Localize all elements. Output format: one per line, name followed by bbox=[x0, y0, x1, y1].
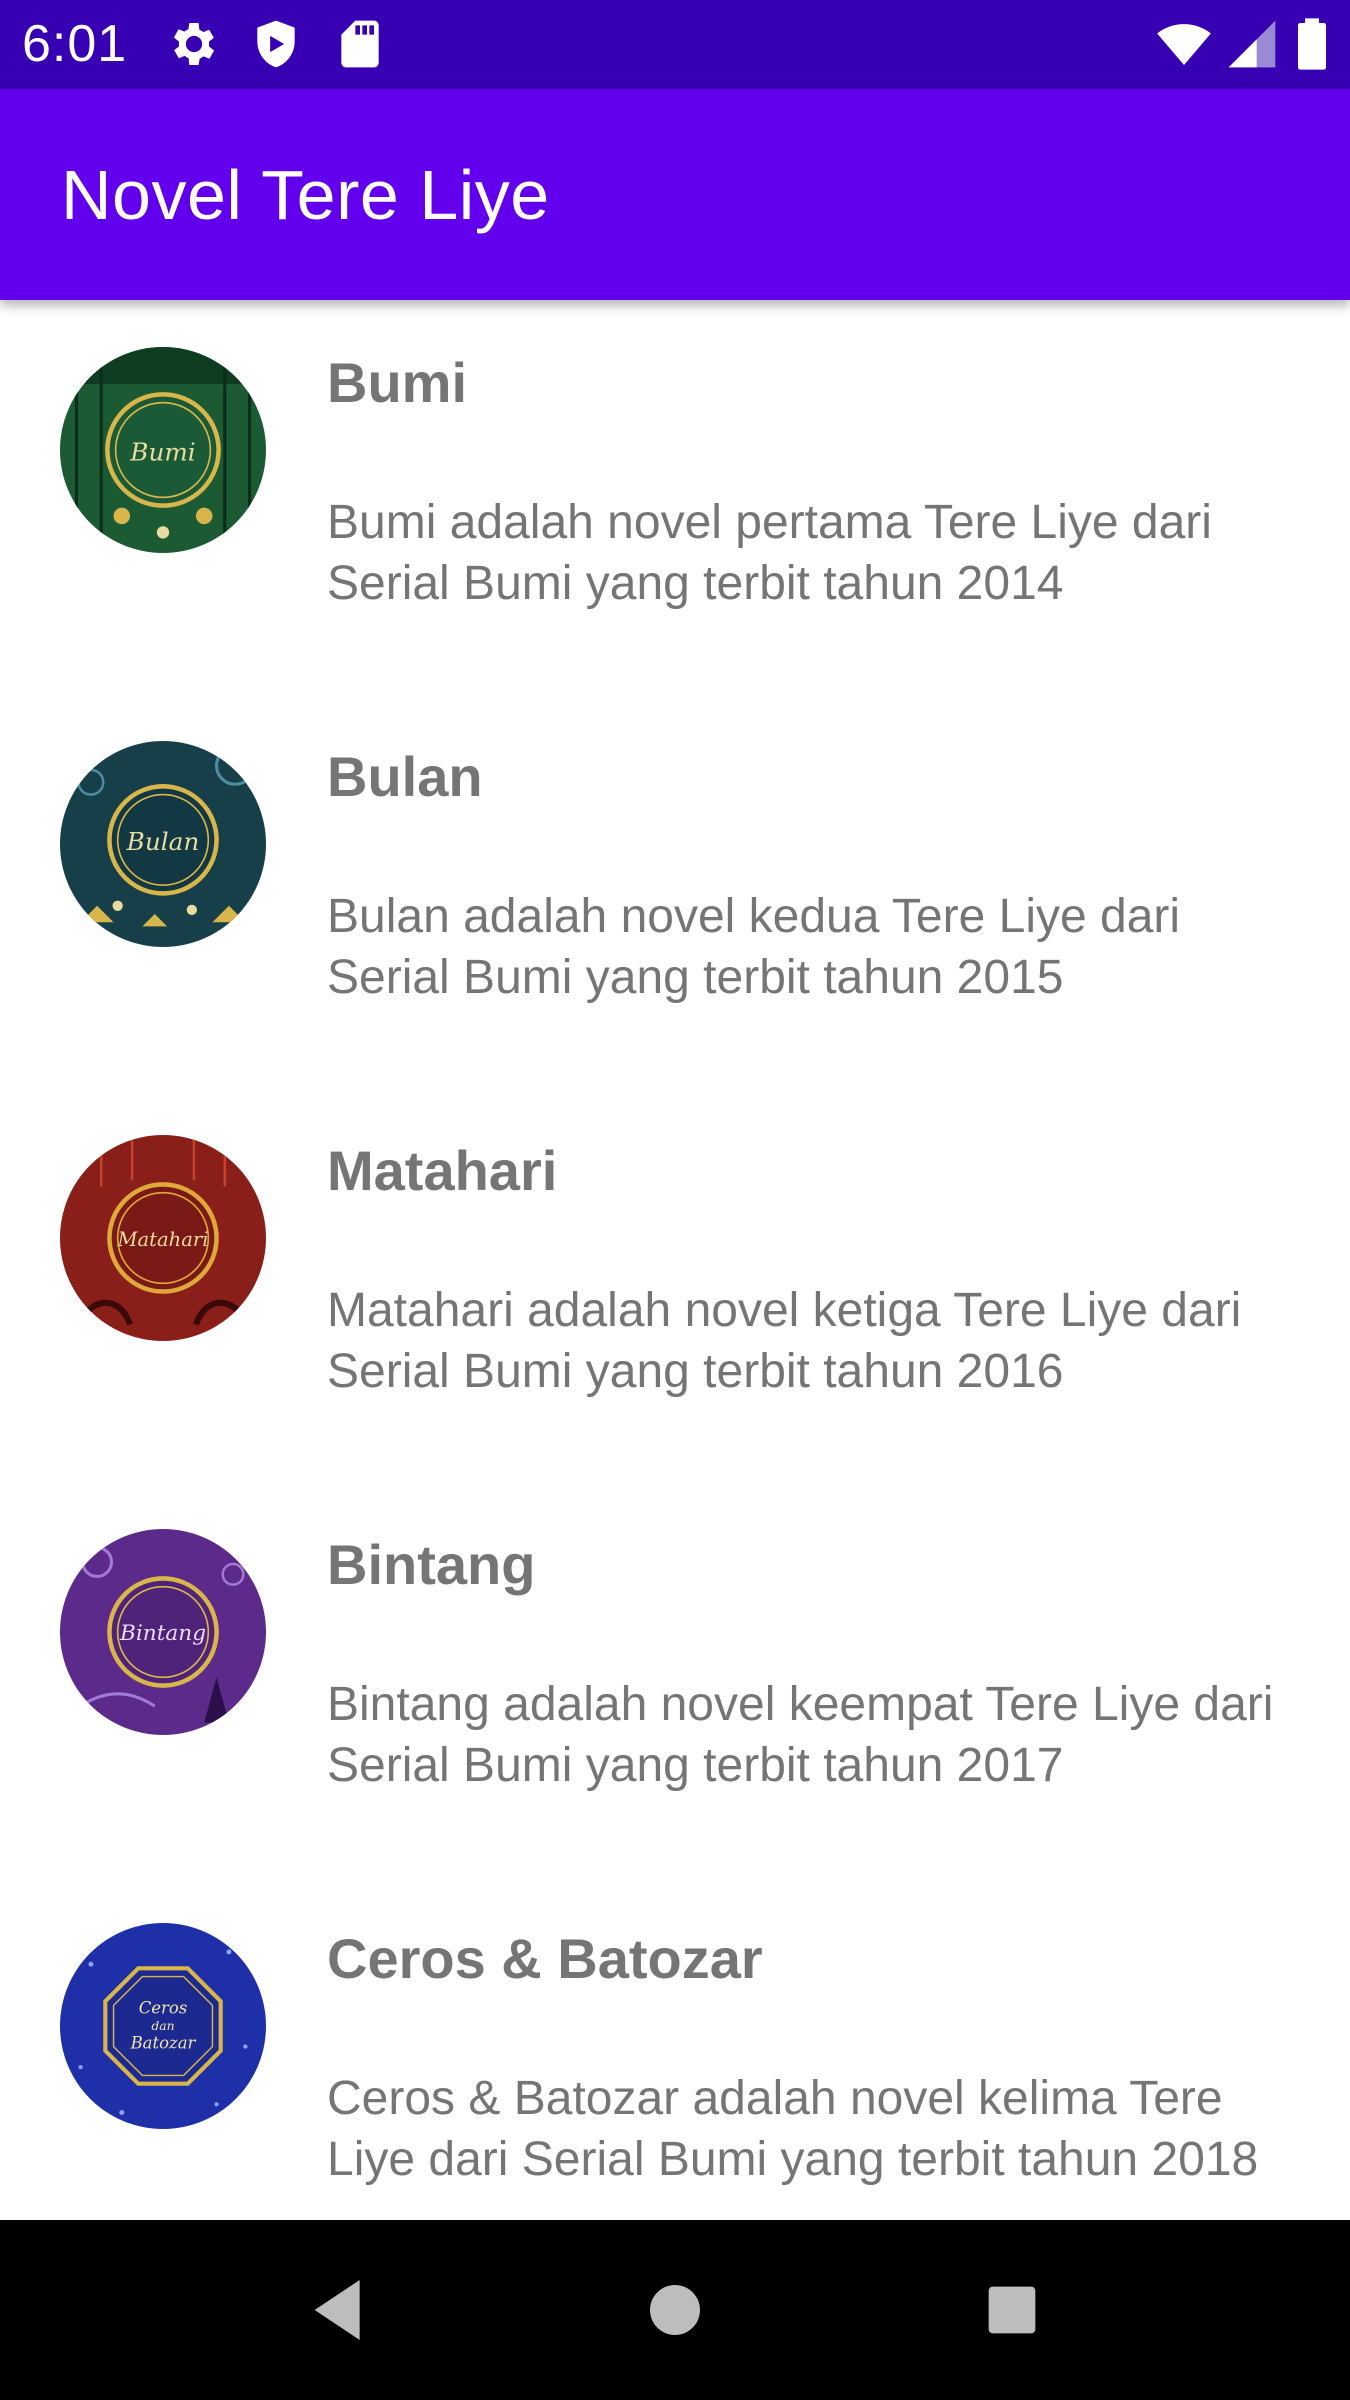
battery-icon bbox=[1284, 16, 1340, 72]
svg-text:Bulan: Bulan bbox=[126, 827, 200, 856]
novel-cover-image: Bumi bbox=[60, 347, 266, 553]
novel-item-bulan[interactable]: Bulan Bulan Bulan adalah novel kedua Ter… bbox=[0, 694, 1350, 1088]
novel-title: Bumi bbox=[327, 351, 467, 414]
svg-text:Bintang: Bintang bbox=[119, 1621, 206, 1646]
novel-cover-image: Ceros dan Batozar bbox=[60, 1923, 266, 2129]
novel-item-bumi[interactable]: Bumi Bumi Bumi adalah novel pertama Tere… bbox=[0, 300, 1350, 694]
home-icon[interactable] bbox=[635, 2270, 715, 2350]
wifi-icon bbox=[1156, 16, 1212, 72]
novel-item-matahari[interactable]: Matahari Matahari Matahari adalah novel … bbox=[0, 1088, 1350, 1482]
svg-text:Bumi: Bumi bbox=[129, 437, 195, 466]
signal-icon bbox=[1224, 16, 1280, 72]
shield-icon bbox=[248, 16, 304, 72]
novel-cover-image: Bintang bbox=[60, 1529, 266, 1735]
novel-title: Bulan bbox=[327, 745, 483, 808]
novel-cover-image: Matahari bbox=[60, 1135, 266, 1341]
novel-description: Bumi adalah novel pertama Tere Liye dari… bbox=[327, 496, 1212, 610]
novel-title: Bintang bbox=[327, 1533, 536, 1596]
svg-text:dan: dan bbox=[151, 2019, 174, 2033]
novel-cover-image: Bulan bbox=[60, 741, 266, 947]
novel-description: Matahari adalah novel ketiga Tere Liye d… bbox=[327, 1284, 1242, 1398]
novel-title: Matahari bbox=[327, 1139, 558, 1202]
svg-text:Matahari: Matahari bbox=[116, 1228, 208, 1251]
novel-list[interactable]: Bumi Bumi Bumi adalah novel pertama Tere… bbox=[0, 300, 1350, 2220]
novel-title: Ceros & Batozar bbox=[327, 1927, 763, 1990]
svg-text:Batozar: Batozar bbox=[130, 2034, 197, 2053]
app-bar: Novel Tere Liye bbox=[0, 89, 1350, 300]
status-time: 6:01 bbox=[22, 15, 128, 73]
novel-item-ceros-batozar[interactable]: Ceros dan Batozar Ceros & Batozar Ceros … bbox=[0, 1876, 1350, 2220]
novel-description: Bintang adalah novel keempat Tere Liye d… bbox=[327, 1678, 1274, 1792]
recents-icon[interactable] bbox=[972, 2270, 1052, 2350]
settings-icon bbox=[166, 16, 222, 72]
app-screen: 6:01 Novel Tere Liye Bumi Bumi Bumi adal… bbox=[0, 0, 1350, 2400]
sd-card-icon bbox=[332, 16, 388, 72]
svg-text:Ceros: Ceros bbox=[139, 1999, 188, 2018]
novel-item-bintang[interactable]: Bintang Bintang Bintang adalah novel kee… bbox=[0, 1482, 1350, 1876]
back-icon[interactable] bbox=[298, 2270, 378, 2350]
novel-description: Bulan adalah novel kedua Tere Liye dari … bbox=[327, 890, 1181, 1004]
navigation-bar bbox=[0, 2220, 1350, 2400]
status-bar: 6:01 bbox=[0, 0, 1350, 89]
app-title: Novel Tere Liye bbox=[61, 156, 550, 234]
novel-description: Ceros & Batozar adalah novel kelima Tere… bbox=[327, 2072, 1259, 2186]
